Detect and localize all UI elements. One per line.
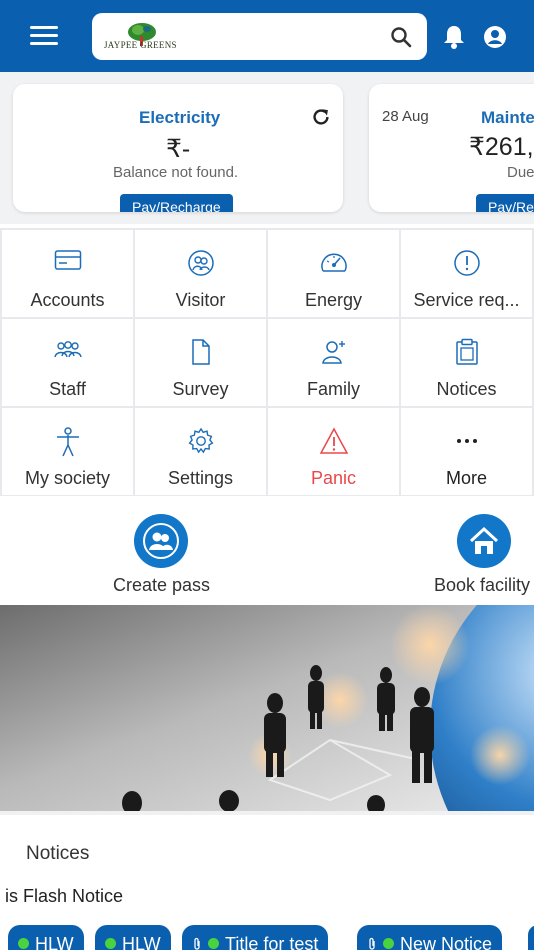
menu-settings[interactable]: Settings xyxy=(135,408,266,495)
document-icon xyxy=(191,339,210,365)
menu-label: Panic xyxy=(310,468,357,488)
menu-label: Accounts xyxy=(30,290,105,310)
electricity-card: Electricity ₹- Balance not found. Pay/Re… xyxy=(13,84,343,212)
menu-label: Family xyxy=(307,379,360,399)
notice-chip[interactable]: HLW xyxy=(95,925,171,950)
book-facility-label: Book facility xyxy=(434,575,531,595)
menu-panic[interactable]: Panic xyxy=(268,408,399,495)
maintenance-card: 28 Aug Mainte ₹261, Due Pay/Re xyxy=(369,84,534,212)
app-header: JAYPEE GREENS xyxy=(0,0,534,72)
menu-accounts[interactable]: Accounts xyxy=(2,230,133,317)
chip-label: HLW xyxy=(35,934,74,950)
quick-actions: Create pass Book facility xyxy=(0,496,534,605)
menu-label: Visitor xyxy=(175,290,226,310)
alert-circle-icon xyxy=(453,250,480,276)
menu-family[interactable]: Family xyxy=(268,319,399,406)
menu-label: Staff xyxy=(49,379,86,399)
group-icon xyxy=(53,341,82,358)
menu-energy[interactable]: Energy xyxy=(268,230,399,317)
notice-chip[interactable]: Title for test xyxy=(182,925,329,950)
notice-chip[interactable]: New Notice xyxy=(357,925,503,950)
menu-notices[interactable]: Notices xyxy=(401,319,532,406)
search-bar[interactable]: JAYPEE GREENS xyxy=(92,13,427,60)
user-icon[interactable] xyxy=(483,25,507,49)
person-add-icon xyxy=(321,341,345,364)
unread-dot xyxy=(208,938,219,949)
card-date: 28 Aug xyxy=(382,108,429,125)
chip-label: HLW xyxy=(122,934,161,950)
clipboard-icon xyxy=(455,338,478,365)
menu-icon[interactable] xyxy=(30,26,58,48)
card-title: Mainte xyxy=(481,108,534,127)
home-icon[interactable] xyxy=(457,514,511,568)
gear-icon xyxy=(188,427,213,454)
pay-recharge-button[interactable]: Pay/Re xyxy=(476,194,534,212)
attachment-icon xyxy=(369,937,375,950)
menu-label: Settings xyxy=(167,468,234,488)
menu-service-request[interactable]: Service req... xyxy=(401,230,532,317)
card-title: Electricity xyxy=(139,108,221,127)
card-amount: ₹261, xyxy=(469,133,534,161)
menu-label: My society xyxy=(24,468,111,488)
flash-notice[interactable]: is Flash Notice xyxy=(5,886,123,907)
ellipsis-icon xyxy=(456,439,477,443)
card-subtitle: Balance not found. xyxy=(113,164,239,181)
menu-label: Notices xyxy=(436,379,497,399)
people-icon[interactable] xyxy=(134,514,188,568)
visitor-icon xyxy=(187,250,214,276)
menu-visitor[interactable]: Visitor xyxy=(135,230,266,317)
menu-staff[interactable]: Staff xyxy=(2,319,133,406)
menu-label: Survey xyxy=(172,379,229,399)
menu-label: Service req... xyxy=(413,290,520,310)
attachment-icon xyxy=(194,937,200,950)
notices-section: Notices is Flash Notice HLW HLW Title fo… xyxy=(0,811,534,950)
refresh-icon[interactable] xyxy=(310,106,332,128)
logo-text: JAYPEE GREENS xyxy=(104,40,177,50)
card-amount: ₹- xyxy=(166,135,191,163)
notice-chip[interactable]: HLW xyxy=(8,925,84,950)
chip-label: Title for test xyxy=(225,934,319,950)
menu-label: More xyxy=(445,468,487,488)
notice-chip-partial[interactable] xyxy=(528,925,534,950)
create-pass-label: Create pass xyxy=(113,575,211,595)
unread-dot xyxy=(18,938,29,949)
person-icon xyxy=(56,427,79,457)
card-icon xyxy=(54,250,81,270)
unread-dot xyxy=(105,938,116,949)
menu-grid: Accounts Visitor Energy Service req... S… xyxy=(0,228,534,496)
pay-recharge-button[interactable]: Pay/Recharge xyxy=(120,194,233,212)
menu-my-society[interactable]: My society xyxy=(2,408,133,495)
menu-more[interactable]: More xyxy=(401,408,532,495)
menu-survey[interactable]: Survey xyxy=(135,319,266,406)
unread-dot xyxy=(383,938,394,949)
promo-banner[interactable] xyxy=(0,605,534,811)
menu-label: Energy xyxy=(304,290,363,310)
notices-heading: Notices xyxy=(26,843,90,864)
warning-icon xyxy=(319,427,348,454)
chip-label: New Notice xyxy=(400,934,493,950)
bell-icon[interactable] xyxy=(442,24,466,50)
society-logo: JAYPEE GREENS xyxy=(102,22,184,54)
search-icon[interactable] xyxy=(389,25,413,49)
card-subtitle: Due xyxy=(507,164,534,181)
bill-cards: Electricity ₹- Balance not found. Pay/Re… xyxy=(0,72,534,224)
gauge-icon xyxy=(320,253,347,272)
